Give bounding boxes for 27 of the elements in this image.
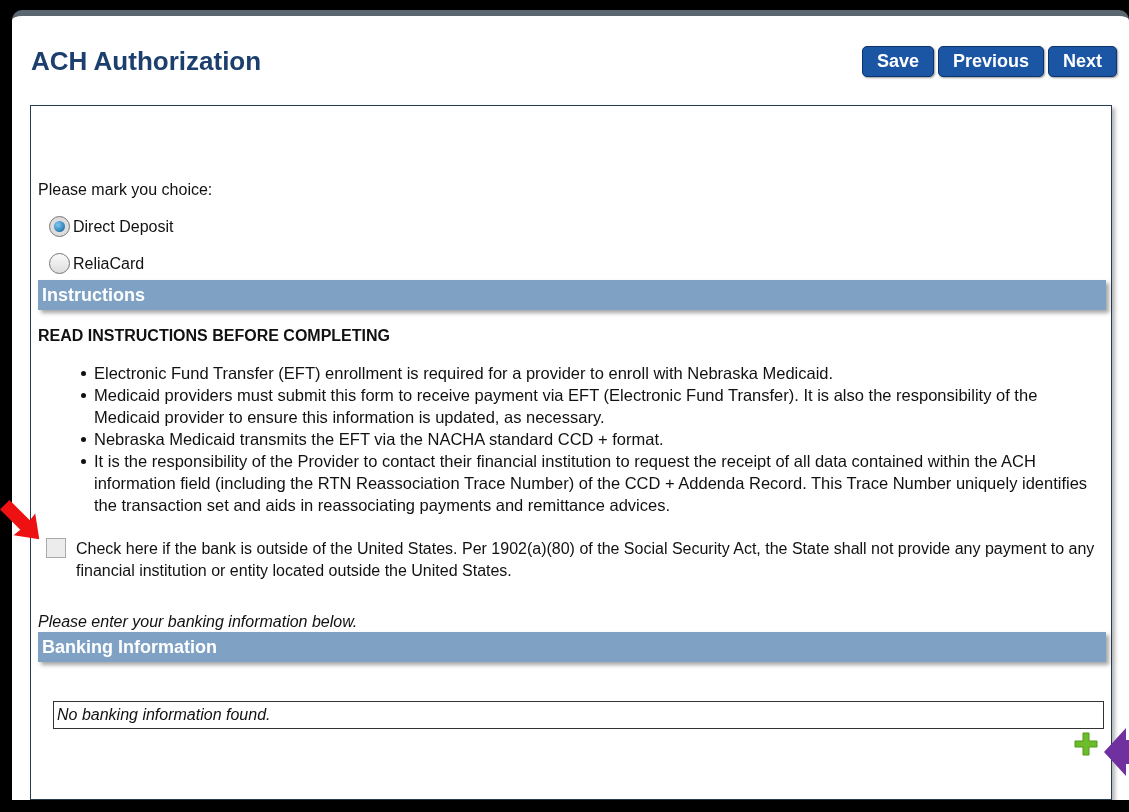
radio-label: Direct Deposit xyxy=(73,216,174,237)
choice-prompt: Please mark you choice: xyxy=(38,180,214,200)
bullet-icon xyxy=(81,393,86,398)
radio-button[interactable] xyxy=(49,216,70,237)
bullet-icon xyxy=(81,371,86,376)
nav-button[interactable]: Next xyxy=(1048,46,1117,77)
bullet-icon xyxy=(81,459,86,464)
instruction-text: Nebraska Medicaid transmits the EFT via the NACHA standard CCD + format. xyxy=(94,429,664,450)
section-header: Instructions xyxy=(38,280,1106,310)
arrow-icon xyxy=(0,500,42,542)
outside-us-checkbox[interactable] xyxy=(46,538,66,558)
nav-button[interactable]: Previous xyxy=(937,46,1044,77)
arrow-icon xyxy=(1104,728,1129,776)
outside-us-label: Check here if the bank is outside of the United States. Per 1902(a)(80) of the Social Security Act, the State shall not provide any payment to any financial institution or entity located outside the United States. xyxy=(76,539,1096,581)
empty-message: No banking information found. xyxy=(53,701,1104,729)
banking-note: Please enter your banking information below. xyxy=(38,612,359,632)
section-header: Banking Information xyxy=(38,632,1106,662)
nav-button[interactable]: Save xyxy=(861,46,934,77)
page-title: ACH Authorization xyxy=(31,45,262,78)
radio-label: ReliaCard xyxy=(73,253,145,274)
bullet-icon xyxy=(81,437,86,442)
radio-button[interactable] xyxy=(49,253,70,274)
instruction-text: Medicaid providers must submit this form to receive payment via EFT (Electronic Fund Transfer). It is also the responsibility of the Medicaid provider to ensure this information is updated, as necessary. xyxy=(94,385,1039,428)
instructions-heading: READ INSTRUCTIONS BEFORE COMPLETING xyxy=(38,326,391,346)
instruction-text: Electronic Fund Transfer (EFT) enrollment is required for a provider to enroll with Nebraska Medicaid. xyxy=(94,363,834,384)
add-icon[interactable] xyxy=(1074,732,1098,756)
instruction-text: It is the responsibility of the Provider to contact their financial institution to request the receipt of all data contained within the ACH information field (including the RTN Reassociation Trace Number) of the CCD + Addenda Record. This Trace Number uniquely identifies the transaction set and aids in reassociating payments and remittance advices. xyxy=(94,451,1089,516)
